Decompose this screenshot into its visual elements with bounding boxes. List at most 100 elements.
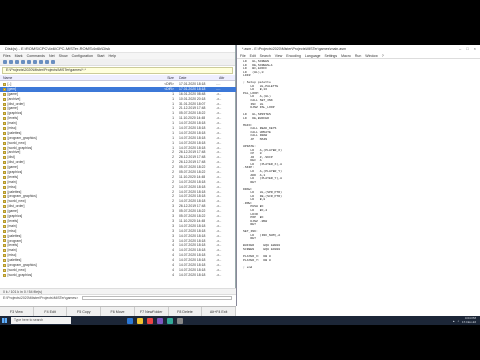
folder-icon — [3, 82, 6, 86]
file-row[interactable]: [world_graphics] 4 14.07.2020 18:18 -a-- — [0, 273, 236, 278]
function-key-button[interactable]: F5 Copy — [67, 307, 102, 316]
browser-icon[interactable] — [147, 317, 153, 324]
editor-window: *.asm - E:\Projects\2020\Mister\Projects… — [236, 45, 480, 306]
folder-icon — [3, 234, 6, 238]
folder-icon — [3, 112, 6, 116]
minimize-icon[interactable]: – — [459, 45, 461, 53]
folder-icon — [3, 224, 6, 228]
forward-icon[interactable] — [33, 60, 37, 64]
editor-menu-item[interactable]: ? — [382, 54, 384, 58]
menu-item[interactable]: Files — [3, 54, 11, 58]
command-area: E:\Projects\2020\Mister\Projects\MiSTer\… — [0, 294, 236, 306]
terminal-icon[interactable] — [177, 317, 183, 324]
editor-menu-item[interactable]: Run — [355, 54, 361, 58]
function-key-button[interactable]: Alt+F4 Exit — [202, 307, 237, 316]
volume-icon[interactable]: ♪ — [457, 319, 459, 323]
unpack-icon[interactable] — [45, 60, 49, 64]
menu-item[interactable]: Start — [97, 54, 105, 58]
command-path: E:\Projects\2020\Mister\Projects\MiSTer\… — [3, 296, 79, 300]
system-tray: ▴ ♪ 4:04 PM 17-Nov-22 — [453, 316, 480, 324]
refresh-icon[interactable] — [3, 60, 7, 64]
close-icon[interactable]: × — [474, 45, 476, 53]
column-size[interactable]: Size — [160, 75, 176, 80]
file-name-cell: [world_graphics] — [0, 273, 160, 278]
taskbar: Type here to search ▴ ♪ 4:04 PM 17-Nov-2… — [0, 316, 480, 325]
file-name: [world_graphics] — [7, 272, 33, 277]
folder-icon — [3, 254, 6, 258]
folder-icon — [3, 190, 6, 194]
menu-item[interactable]: Show — [59, 54, 68, 58]
folder-icon — [3, 195, 6, 199]
path-bar[interactable]: E:\Projects\2020\Mister\Projects\MiSTer\… — [2, 67, 233, 74]
editor-menu-item[interactable]: Window — [365, 54, 377, 58]
back-icon[interactable] — [27, 60, 31, 64]
folder-icon — [3, 229, 6, 233]
file-explorer-icon[interactable] — [137, 317, 143, 324]
code-line: ; end — [243, 264, 253, 269]
folder-icon — [3, 156, 6, 160]
folder-icon — [3, 210, 6, 214]
file-list-header: Name Size Date Attr — [0, 75, 235, 81]
toolbar — [0, 59, 235, 66]
folder-icon — [3, 273, 6, 277]
editor-app-icon[interactable] — [167, 317, 173, 324]
file-list[interactable]: [..] <DIR> 17.01.2020 18:18 ---- [gem] <DIR> 1… — [0, 82, 236, 288]
editor-menu-item[interactable]: Settings — [324, 54, 337, 58]
menu-item[interactable]: Configuration — [72, 54, 93, 58]
folder-icon — [3, 136, 6, 140]
command-input[interactable] — [82, 296, 232, 300]
tree-icon[interactable] — [21, 60, 25, 64]
folder-icon — [3, 87, 6, 91]
editor-menu-item[interactable]: Macro — [341, 54, 351, 58]
folder-icon — [3, 97, 6, 101]
menu-item[interactable]: Mark — [15, 54, 23, 58]
folder-icon — [3, 102, 6, 106]
function-key-button[interactable]: F8 Delete — [169, 307, 203, 316]
taskbar-search[interactable]: Type here to search — [11, 317, 71, 324]
start-button[interactable] — [0, 316, 9, 325]
menu-item[interactable]: Commands — [27, 54, 45, 58]
editor-titlebar: *.asm - E:\Projects\2020\Mister\Projects… — [237, 45, 480, 53]
editor-menu-item[interactable]: Encoding — [286, 54, 301, 58]
editor-menu-item[interactable]: File — [240, 54, 246, 58]
folder-icon — [3, 180, 6, 184]
menu-item[interactable]: Net — [49, 54, 55, 58]
function-key-button[interactable]: F3 View — [0, 307, 34, 316]
menu-item[interactable]: Help — [109, 54, 116, 58]
function-key-bar: F3 View F4 Edit F5 Copy F6 Move F7 NewFolder… — [0, 306, 237, 316]
maximize-icon[interactable]: □ — [466, 45, 468, 53]
editor-menu-item[interactable]: Edit — [250, 54, 256, 58]
full-view-icon[interactable] — [15, 60, 19, 64]
file-manager-title: Disk(s) - E:\ROMS\CPC\4x6\CPC-MiSTer-ROM… — [0, 45, 235, 53]
pack-icon[interactable] — [39, 60, 43, 64]
search-icon[interactable] — [51, 60, 55, 64]
column-name[interactable]: Name — [0, 75, 160, 80]
function-key-button[interactable]: F6 Move — [101, 307, 135, 316]
folder-icon — [3, 122, 6, 126]
folder-icon — [3, 166, 6, 170]
column-date[interactable]: Date — [176, 75, 216, 80]
function-key-button[interactable]: F4 Edit — [34, 307, 68, 316]
editor-menu-item[interactable]: Search — [260, 54, 271, 58]
visual-studio-icon[interactable] — [157, 317, 163, 324]
folder-icon — [3, 151, 6, 155]
code-area[interactable]: LD HL,SCREEN LD DE,SCREEN+1 LD BC,&3FFF LD … — [237, 59, 480, 306]
file-size: 4 — [172, 272, 174, 277]
brief-view-icon[interactable] — [9, 60, 13, 64]
clock[interactable]: 4:04 PM 17-Nov-22 — [462, 316, 476, 324]
function-key-button[interactable]: F7 NewFolder — [135, 307, 169, 316]
file-attr: -a-- — [216, 272, 222, 277]
folder-icon — [3, 131, 6, 135]
folder-icon — [3, 200, 6, 204]
editor-menu-item[interactable]: Language — [305, 54, 321, 58]
column-attr[interactable]: Attr — [216, 75, 224, 80]
task-view-icon[interactable] — [127, 317, 133, 324]
file-date: 14.07.2020 18:18 — [179, 272, 206, 277]
editor-title: *.asm - E:\Projects\2020\Mister\Projects… — [242, 47, 347, 51]
editor-menu-item[interactable]: View — [275, 54, 283, 58]
network-icon[interactable]: ▴ — [453, 319, 455, 323]
desktop: Disk(s) - E:\ROMS\CPC\4x6\CPC-MiSTer-ROM… — [0, 45, 480, 316]
folder-icon — [3, 161, 6, 165]
folder-icon — [3, 126, 6, 130]
folder-icon — [3, 219, 6, 223]
